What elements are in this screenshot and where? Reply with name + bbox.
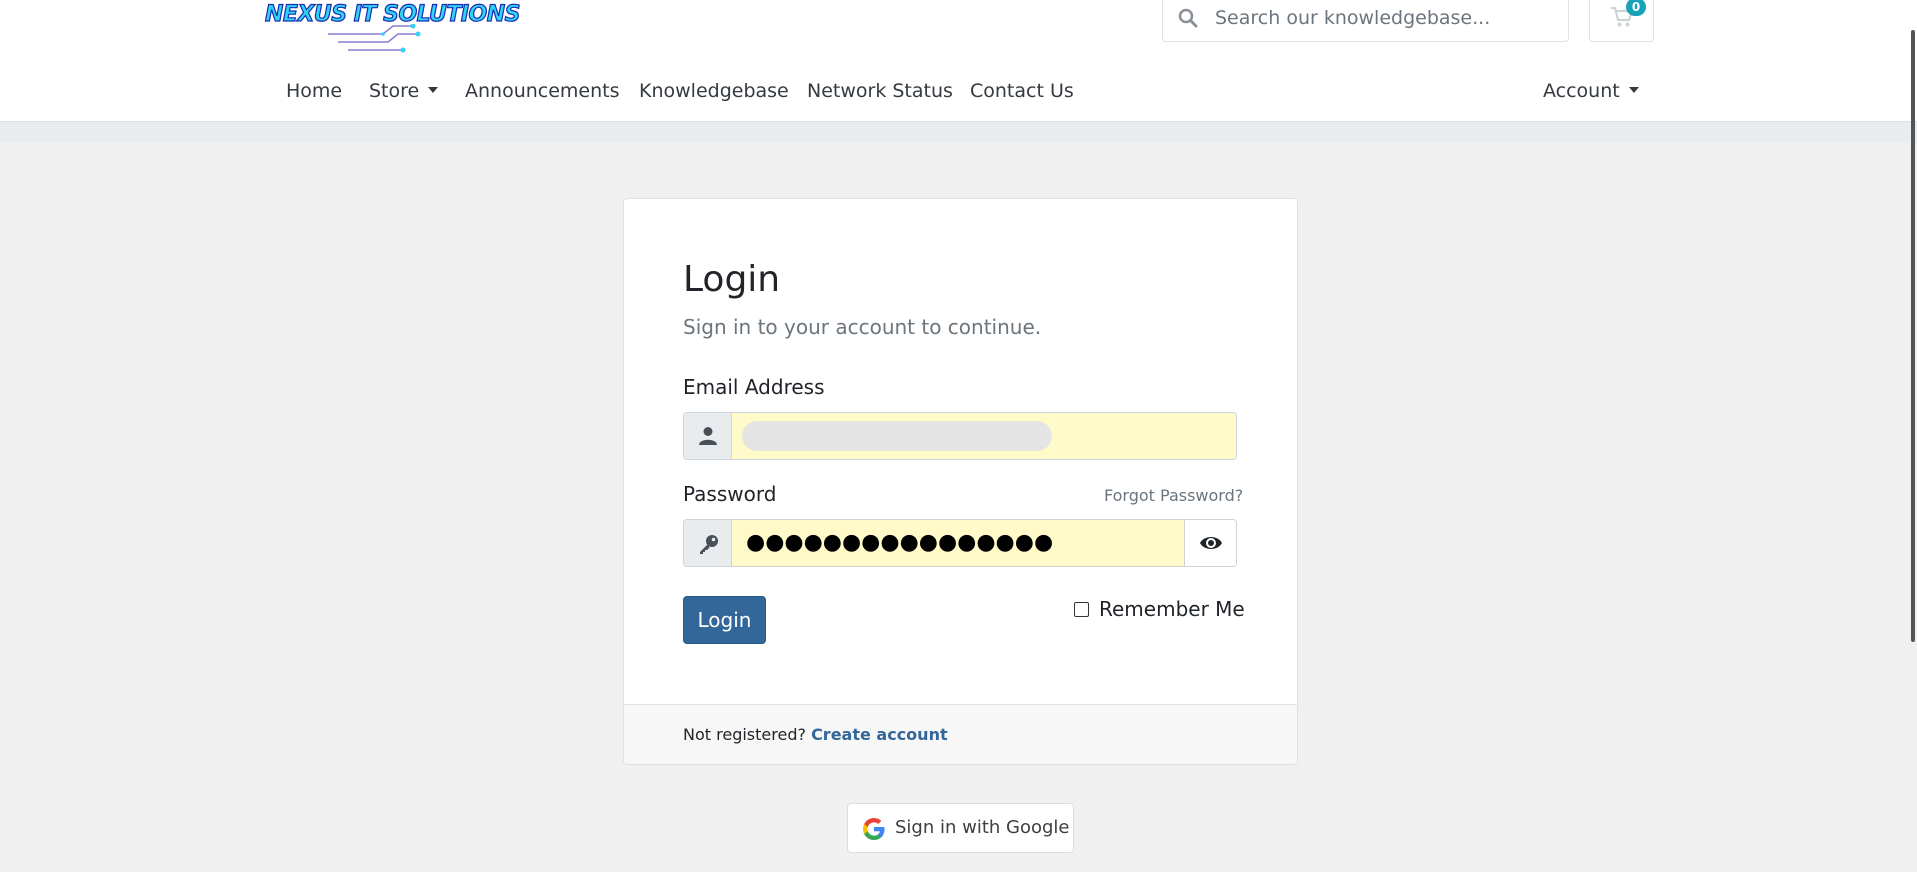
chevron-down-icon <box>428 87 439 93</box>
key-icon <box>700 535 718 554</box>
remember-me-label: Remember Me <box>1099 597 1245 621</box>
search-icon <box>1178 8 1198 28</box>
nav-knowledgebase[interactable]: Knowledgebase <box>639 80 789 112</box>
search-input[interactable] <box>1213 3 1553 33</box>
create-account-link[interactable]: Create account <box>811 725 948 744</box>
google-sign-in-label: Sign in with Google <box>895 817 1070 838</box>
email-field[interactable] <box>732 413 1236 459</box>
nav-home[interactable]: Home <box>286 80 342 112</box>
login-card-body: Login Sign in to your account to continu… <box>624 199 1297 704</box>
chevron-down-icon <box>1628 87 1639 93</box>
remember-me-checkbox[interactable] <box>1074 602 1089 617</box>
nav-announcements[interactable]: Announcements <box>465 80 620 112</box>
password-addon <box>684 520 732 566</box>
main-nav: Home Store Announcements Knowledgebase N… <box>0 80 1917 112</box>
google-icon <box>863 818 885 840</box>
eye-icon <box>1200 537 1222 549</box>
site-logo[interactable]: NEXUS IT SOLUTIONS <box>263 0 521 56</box>
knowledgebase-search <box>1162 0 1569 42</box>
login-title: Login <box>683 259 781 300</box>
login-button[interactable]: Login <box>683 596 766 644</box>
site-header: NEXUS IT SOLUTIONS Search our knowledgeb… <box>0 0 1917 122</box>
login-subtitle: Sign in to your account to continue. <box>683 315 1042 339</box>
password-label: Password <box>683 482 777 506</box>
nav-store[interactable]: Store <box>369 80 439 112</box>
forgot-password-link[interactable]: Forgot Password? <box>1104 486 1243 505</box>
register-prompt: Not registered? Create account <box>683 725 948 744</box>
toggle-password-visibility[interactable] <box>1184 520 1236 566</box>
nav-account[interactable]: Account <box>1543 80 1639 112</box>
email-addon <box>684 413 732 459</box>
login-card-footer: Not registered? Create account <box>624 704 1297 764</box>
email-input-group <box>683 412 1237 460</box>
google-sign-in-button[interactable]: Sign in with Google <box>847 803 1074 853</box>
nav-contact-us[interactable]: Contact Us <box>970 80 1074 112</box>
user-icon <box>699 427 717 445</box>
nav-network-status[interactable]: Network Status <box>807 80 953 112</box>
page: NEXUS IT SOLUTIONS Search our knowledgeb… <box>0 0 1917 872</box>
header-divider-band <box>0 122 1917 143</box>
email-label: Email Address <box>683 375 825 399</box>
not-registered-text: Not registered? <box>683 725 806 744</box>
cart-count-badge: 0 <box>1626 0 1646 16</box>
login-card: Login Sign in to your account to continu… <box>623 198 1298 765</box>
nav-account-label: Account <box>1543 80 1620 102</box>
page-scrollbar[interactable] <box>1911 30 1915 642</box>
password-value: ●●●●●●●●●●●●●●●● <box>746 530 1054 555</box>
remember-me[interactable]: Remember Me <box>1074 597 1245 625</box>
email-value-redacted <box>742 421 1052 451</box>
nav-store-label: Store <box>369 80 420 102</box>
password-field[interactable]: ●●●●●●●●●●●●●●●● <box>732 520 1184 566</box>
password-input-group: ●●●●●●●●●●●●●●●● <box>683 519 1237 567</box>
circuit-lines-icon <box>328 24 421 53</box>
